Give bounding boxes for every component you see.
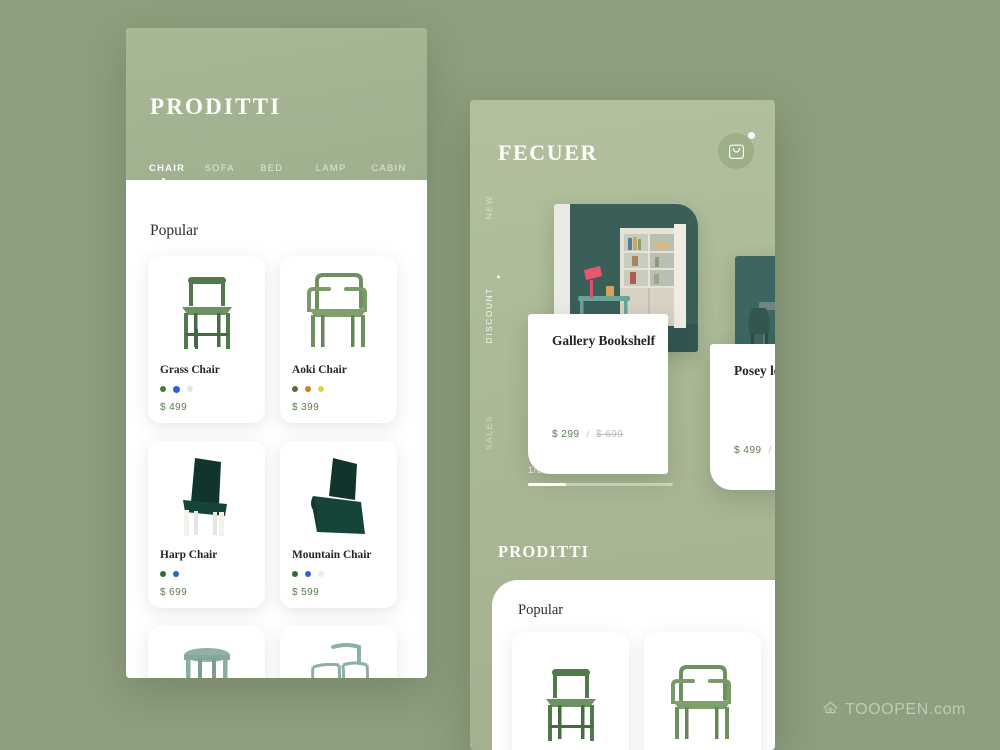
watermark: TOOOPEN.com bbox=[822, 699, 966, 721]
product-card-harp-chair[interactable]: Harp Chair $ 699 bbox=[148, 441, 265, 608]
green-side-chair-image bbox=[534, 659, 608, 750]
dark-green-dining-chair-image bbox=[148, 447, 265, 549]
swatch-green[interactable] bbox=[292, 571, 298, 577]
product-row bbox=[148, 626, 405, 678]
pager-fill bbox=[528, 483, 566, 486]
screen1-header: PRODITTI CHAIR SOFA BED LAMP CABIN bbox=[126, 28, 427, 181]
promo-prices: $ 499 / $ 599 bbox=[734, 445, 775, 456]
tab-sofa[interactable]: SOFA bbox=[205, 162, 261, 188]
promo-price-old: $ 699 bbox=[596, 429, 624, 440]
swatch-cream[interactable] bbox=[318, 571, 324, 577]
swatch-olive[interactable] bbox=[292, 386, 298, 392]
product-name: Aoki Chair bbox=[292, 364, 347, 376]
swatch-yellow[interactable] bbox=[318, 386, 324, 392]
promo-name: Posey leah Table bbox=[734, 363, 775, 378]
screen2-section-title: PRODITTI bbox=[498, 542, 590, 561]
swatch-blue[interactable] bbox=[305, 571, 311, 577]
house-cloud-icon bbox=[822, 699, 839, 721]
product-grid: Grass Chair $ 499 Aoki Chair $ 399 Harp … bbox=[126, 256, 427, 678]
product-card-aoki-chair[interactable]: Aoki Chair $ 399 bbox=[280, 256, 397, 423]
screen2-popular-title: Popular bbox=[518, 602, 564, 618]
product-card-wire-chair[interactable] bbox=[280, 626, 397, 678]
phone-screen-discounts: FECUER NEW DISCOUNT SALES Gallery Booksh… bbox=[470, 100, 775, 750]
promo-price-new: $ 299 bbox=[552, 429, 580, 440]
side-nav-discount[interactable]: DISCOUNT bbox=[485, 287, 511, 343]
shopping-bag-icon[interactable] bbox=[718, 132, 755, 169]
screen2-product-grid bbox=[512, 632, 761, 750]
swatch-blue[interactable] bbox=[173, 571, 179, 577]
carousel-pager[interactable]: 1/6 bbox=[528, 465, 673, 486]
product-row: Grass Chair $ 499 Aoki Chair $ 399 bbox=[148, 256, 405, 423]
pager-track[interactable] bbox=[528, 483, 673, 486]
product-card-mountain-chair[interactable]: Mountain Chair $ 599 bbox=[280, 441, 397, 608]
color-swatches[interactable] bbox=[292, 386, 324, 392]
product-name: Harp Chair bbox=[160, 549, 218, 561]
promo-info-panel: Gallery Bookshelf $ 299 / $ 699 bbox=[528, 314, 668, 474]
product-card-grass-chair[interactable] bbox=[512, 632, 629, 750]
side-filter-nav[interactable]: NEW DISCOUNT SALES bbox=[485, 195, 511, 495]
side-nav-new[interactable]: NEW bbox=[485, 195, 511, 219]
promo-name: Gallery Bookshelf bbox=[552, 333, 656, 348]
green-armchair-image bbox=[280, 262, 397, 364]
product-name: Grass Chair bbox=[160, 364, 220, 376]
promo-info-panel: Posey leah Table $ 499 / $ 599 bbox=[710, 344, 775, 490]
screen1-content-sheet: Popular Grass Chair $ 499 Aoki Chair $ 3… bbox=[126, 204, 427, 678]
swatch-green[interactable] bbox=[160, 571, 166, 577]
swatch-white[interactable] bbox=[187, 386, 193, 392]
sage-wire-chair-image bbox=[280, 632, 397, 678]
promo-price-new: $ 499 bbox=[734, 445, 762, 456]
price-separator: / bbox=[768, 445, 772, 456]
watermark-text: TOOOPEN.com bbox=[845, 701, 966, 718]
tab-lamp[interactable]: LAMP bbox=[316, 162, 372, 188]
product-price: $ 699 bbox=[160, 587, 188, 598]
sage-bar-stool-image bbox=[148, 632, 265, 678]
color-swatches[interactable] bbox=[160, 385, 193, 393]
product-row: Harp Chair $ 699 Mountain Chair $ 599 bbox=[148, 441, 405, 608]
screen1-section-title: Popular bbox=[150, 222, 199, 239]
swatch-blue-selected[interactable] bbox=[173, 385, 180, 393]
tab-bed[interactable]: BED bbox=[260, 162, 316, 188]
color-swatches[interactable] bbox=[292, 571, 324, 577]
price-separator: / bbox=[586, 429, 590, 440]
product-price: $ 599 bbox=[292, 587, 320, 598]
phone-screen-catalog: PRODITTI CHAIR SOFA BED LAMP CABIN Popul… bbox=[126, 28, 427, 678]
promo-card-posey-leah-table[interactable]: Posey leah Table $ 499 / $ 599 bbox=[710, 228, 775, 490]
screen2-brand-title: FECUER bbox=[498, 140, 599, 165]
swatch-green[interactable] bbox=[160, 386, 166, 392]
color-swatches[interactable] bbox=[160, 571, 179, 577]
notification-badge bbox=[748, 132, 755, 139]
promo-prices: $ 299 / $ 699 bbox=[552, 429, 623, 440]
tab-cabinet[interactable]: CABIN bbox=[371, 162, 427, 188]
green-side-chair-image bbox=[148, 262, 265, 364]
side-nav-sales[interactable]: SALES bbox=[485, 415, 511, 450]
product-name: Mountain Chair bbox=[292, 549, 372, 561]
pager-label: 1/6 bbox=[528, 465, 543, 475]
swatch-orange[interactable] bbox=[305, 386, 311, 392]
screen2-content-sheet: Popular bbox=[492, 580, 775, 750]
tab-chair[interactable]: CHAIR bbox=[149, 162, 205, 188]
green-armchair-image bbox=[663, 659, 743, 750]
screen1-brand-title: PRODITTI bbox=[150, 94, 282, 119]
category-tabs[interactable]: CHAIR SOFA BED LAMP CABIN bbox=[126, 162, 427, 188]
product-price: $ 499 bbox=[160, 402, 188, 413]
product-card-aoki-chair[interactable] bbox=[644, 632, 761, 750]
product-card-bar-stool[interactable] bbox=[148, 626, 265, 678]
product-card-grass-chair[interactable]: Grass Chair $ 499 bbox=[148, 256, 265, 423]
promo-card-gallery-bookshelf[interactable]: Gallery Bookshelf $ 299 / $ 699 bbox=[528, 204, 698, 474]
dark-green-slipcover-chair-image bbox=[280, 447, 397, 549]
product-price: $ 399 bbox=[292, 402, 320, 413]
